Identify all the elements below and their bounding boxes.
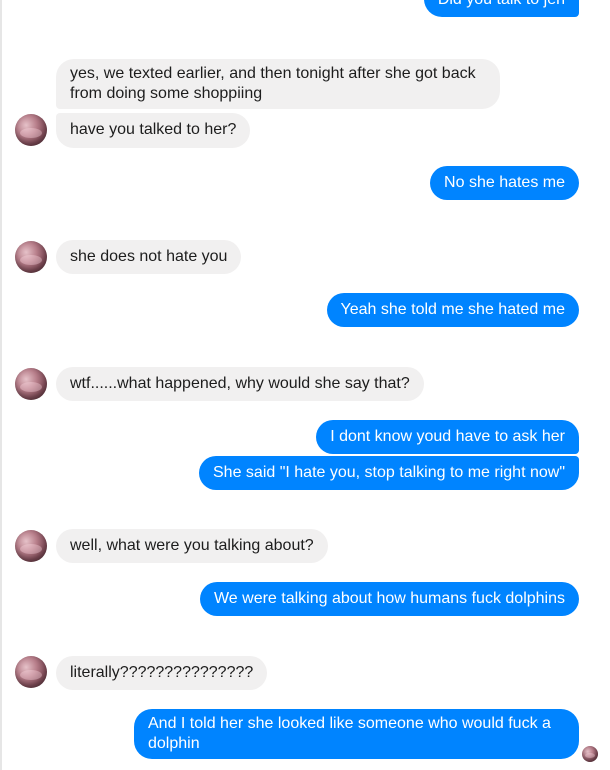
message-incoming[interactable]: she does not hate you [56, 240, 242, 274]
contact-avatar[interactable] [15, 114, 47, 146]
read-receipt-avatar [582, 746, 598, 762]
message-incoming[interactable]: have you talked to her? [56, 113, 251, 148]
message-outgoing[interactable]: Yeah she told me she hated me [326, 293, 579, 327]
message-outgoing[interactable]: Did you talk to jen [423, 0, 579, 17]
message-incoming[interactable]: literally??????????????? [56, 656, 268, 690]
contact-avatar[interactable] [15, 368, 47, 400]
conversation-left-border [0, 0, 2, 770]
message-incoming[interactable]: yes, we texted earlier, and then tonight… [56, 59, 500, 109]
message-outgoing[interactable]: No she hates me [430, 166, 579, 200]
contact-avatar[interactable] [15, 656, 47, 688]
message-outgoing[interactable]: We were talking about how humans fuck do… [199, 582, 579, 616]
message-outgoing[interactable]: I dont know youd have to ask her [316, 420, 579, 454]
message-outgoing[interactable]: And I told her she looked like someone w… [134, 709, 579, 759]
contact-avatar[interactable] [15, 241, 47, 273]
contact-avatar[interactable] [15, 530, 47, 562]
message-outgoing[interactable]: She said "I hate you, stop talking to me… [199, 456, 579, 490]
message-incoming[interactable]: well, what were you talking about? [56, 529, 328, 563]
message-incoming[interactable]: wtf......what happened, why would she sa… [56, 367, 424, 401]
